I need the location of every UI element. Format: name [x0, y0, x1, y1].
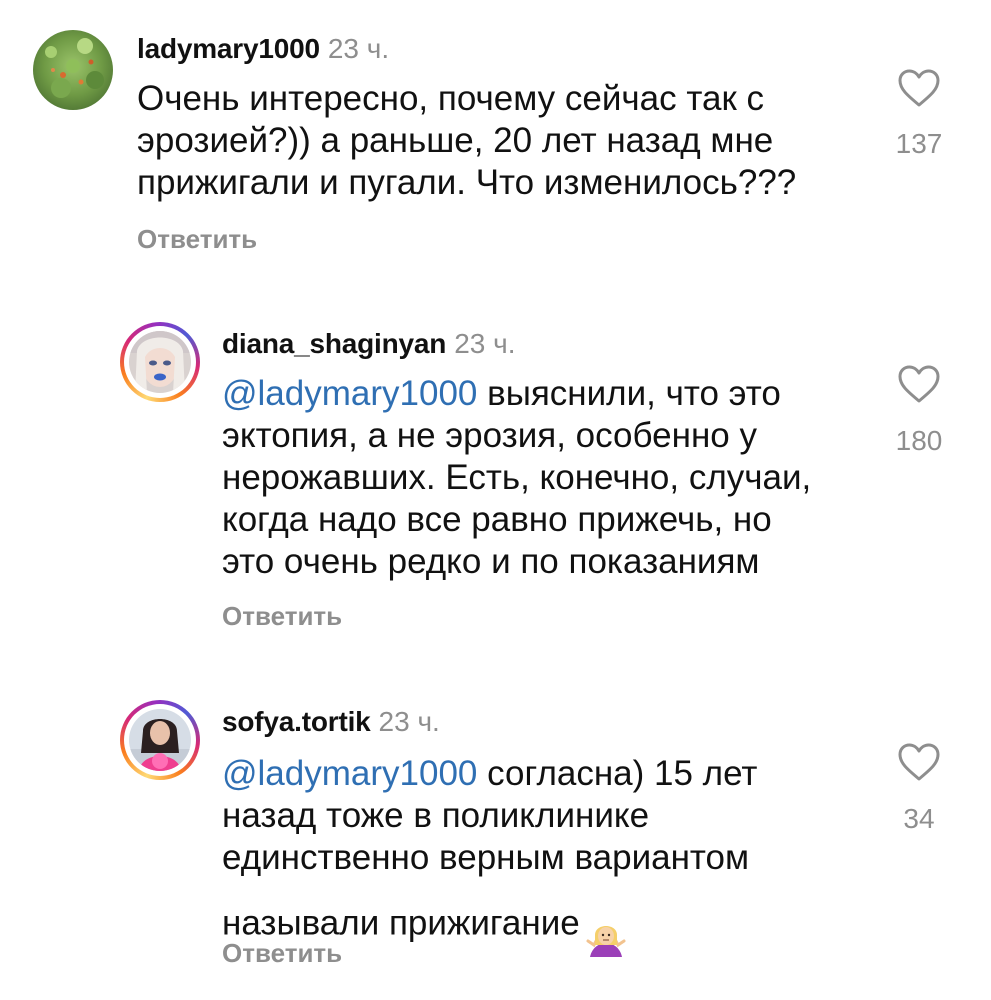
reply-button[interactable]: Ответить: [222, 938, 342, 969]
like-count: 34: [903, 803, 935, 834]
mention-link[interactable]: @ladymary1000: [222, 754, 477, 793]
comment-header: sofya.tortik 23 ч.: [222, 706, 440, 738]
timestamp: 23 ч.: [378, 706, 440, 737]
avatar-photo: [129, 709, 191, 771]
avatar[interactable]: [120, 700, 200, 780]
person-shrugging-emoji: [586, 879, 626, 971]
heart-icon[interactable]: [897, 742, 941, 782]
comment-3: sofya.tortik 23 ч. @ladymary1000 согласна…: [0, 0, 991, 1000]
username[interactable]: sofya.tortik: [222, 706, 371, 737]
